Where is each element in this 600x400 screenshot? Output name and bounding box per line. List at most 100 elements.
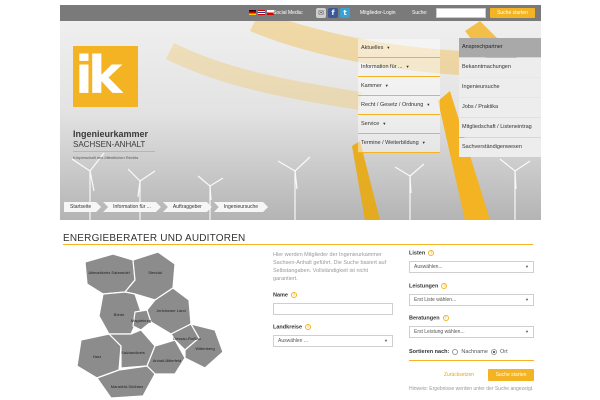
help-icon[interactable]: ? [305,324,312,330]
landkreise-select[interactable]: Auswählen ... ▼ [273,335,393,347]
nav-item-information[interactable]: Information für ... ▼ [358,58,440,77]
beratungen-value: Erst Leistung wählen... [414,329,465,335]
chevron-down-icon: ▼ [384,338,388,343]
breadcrumb-item[interactable]: Information für ... [103,202,161,212]
main-navigation: Aktuelles ▼ Information für ... ▼ Kammer ▼ … [358,39,440,153]
breadcrumb: Startseite Information für ... Auftragge… [64,202,270,212]
leistungen-select[interactable]: Erst Liste wählen... ▼ [409,294,534,306]
name-input[interactable] [273,303,393,315]
search-button[interactable]: Suche starten [490,8,535,18]
chevron-down-icon: ▼ [525,297,529,302]
help-icon[interactable]: ? [441,283,448,289]
member-login-link[interactable]: Mitglieder-Login [360,10,396,16]
flag-de-icon[interactable] [249,10,256,15]
listen-label: Listen? [409,250,435,257]
leistungen-label: Leistungen? [409,283,448,290]
breadcrumb-item[interactable]: Auftraggeber [163,202,212,212]
breadcrumb-item[interactable]: Startseite [64,202,101,212]
map-label: Stendal [148,270,162,275]
map-label: Anhalt-Bitterfeld [153,358,181,363]
sort-label: Sortieren nach: [409,349,450,355]
sidenav-item-bekanntmachungen[interactable]: Bekanntmachungen [459,58,541,77]
nav-label: Information für ... [361,64,403,70]
nav-label: Termine / Weiterbildung [361,140,419,146]
caret-down-icon: ▼ [386,45,391,50]
hero-banner: ik Ingenieurkammer SACHSEN-ANHALT Körper… [60,21,541,220]
search-label: Suche: [412,10,428,16]
landkreise-label-text: Landkreise [273,324,303,331]
facebook-icon[interactable]: f [328,8,338,18]
page-title: ENERGIEBERATER UND AUDITOREN [63,233,246,244]
nav-item-service[interactable]: Service ▼ [358,115,440,134]
nav-item-recht[interactable]: Recht / Gesetz / Ordnung ▼ [358,96,440,115]
social-links: ✉ f t [316,8,350,18]
flag-en-icon[interactable] [258,10,265,15]
listen-value: Auswählen... [414,264,443,270]
breadcrumb-item: Ingenieursuche [214,202,268,212]
ingenieurkammer-logo[interactable]: ik Ingenieurkammer SACHSEN-ANHALT Körper… [73,46,163,176]
sidenav-item-sachverstaendige[interactable]: Sachverständigenwesen [459,138,541,157]
leistungen-value: Erst Liste wählen... [414,297,457,303]
logo-letters: ik [75,46,122,106]
sidenav-item-ansprechpartner[interactable]: Ansprechpartner [459,38,541,57]
social-media-label: Social Media: [273,10,304,16]
name-label-text: Name [273,292,288,299]
caret-down-icon: ▼ [426,102,431,107]
title-divider [63,244,533,245]
search-input[interactable] [436,8,486,18]
map-label: Börde [114,312,125,317]
nav-label: Kammer [361,83,382,89]
logo-tagline: Körperschaft des öffentlichen Rechts [73,155,139,160]
logo-region: SACHSEN-ANHALT [73,140,146,149]
sort-ort-radio[interactable] [490,349,497,355]
mail-icon[interactable]: ✉ [316,8,326,18]
nav-label: Aktuelles [361,45,384,51]
beratungen-select[interactable]: Erst Leistung wählen... ▼ [409,326,534,338]
result-hint: Hinweis: Ergebnisse werden unter der Suc… [409,386,534,392]
landkreise-label: Landkreise? [273,324,312,331]
top-bar: Social Media: ✉ f t Mitglieder-Login Suc… [60,5,541,21]
listen-label-text: Listen [409,250,426,257]
sort-ort-label[interactable]: Ort [500,349,508,355]
sort-nachname-radio[interactable] [452,349,459,355]
map-label: Jerichower Land [156,308,185,313]
help-icon[interactable]: ? [428,250,435,256]
sidenav-item-mitgliedschaft[interactable]: Mitgliedschaft / Listeneintrag [459,118,541,137]
caret-down-icon: ▼ [405,64,410,69]
help-icon[interactable]: ? [442,315,449,321]
map-label: Wittenberg [195,346,214,351]
logo-name: Ingenieurkammer [73,129,149,139]
caret-down-icon: ▼ [421,140,426,145]
sort-nachname-label[interactable]: Nachname [461,349,488,355]
help-icon[interactable]: ? [290,292,297,298]
map-label: Salzlandkreis [121,350,145,355]
chevron-down-icon: ▼ [525,329,529,334]
listen-select[interactable]: Auswählen... ▼ [409,261,534,273]
start-search-button[interactable]: Suche starten [488,369,534,381]
twitter-icon[interactable]: t [340,8,350,18]
sidenav-item-jobs[interactable]: Jobs / Praktika [459,98,541,117]
nav-item-kammer[interactable]: Kammer ▼ [358,77,440,96]
side-navigation: Ansprechpartner Bekanntmachungen Ingenie… [459,38,541,158]
form-divider [409,360,534,361]
map-label: Dessau-Roßlau [173,336,201,341]
sachsen-anhalt-map[interactable]: Altmarkkreis Salzwedel Stendal Börde Mag… [63,250,258,400]
logo-divider [73,151,155,152]
beratungen-label-text: Beratungen [409,315,440,322]
beratungen-label: Beratungen? [409,315,449,321]
intro-text: Hier werden Mitglieder der Ingenieurkamm… [273,252,387,282]
map-label: Mansfeld-Südharz [111,384,143,389]
name-label: Name? [273,292,297,298]
sort-options: Sortieren nach: Nachname Ort [409,349,508,355]
nav-label: Recht / Gesetz / Ordnung [361,102,424,108]
nav-item-termine[interactable]: Termine / Weiterbildung ▼ [358,134,440,153]
map-label: Harz [93,354,101,359]
sidenav-item-ingenieursuche[interactable]: Ingenieursuche [459,78,541,97]
leistungen-label-text: Leistungen [409,283,439,290]
nav-item-aktuelles[interactable]: Aktuelles ▼ [358,39,440,58]
chevron-down-icon: ▼ [525,264,529,269]
reset-link[interactable]: Zurücksetzen [444,372,474,378]
landkreise-value: Auswählen ... [278,338,309,344]
map-label: Altmarkkreis Salzwedel [88,270,129,275]
caret-down-icon: ▼ [382,121,387,126]
